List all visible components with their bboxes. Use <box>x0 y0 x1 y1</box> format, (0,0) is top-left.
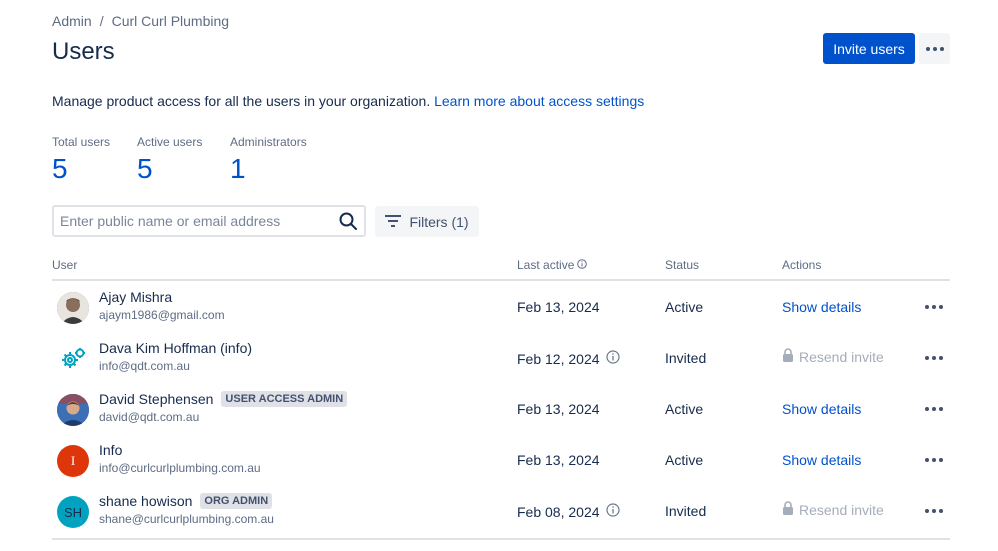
more-horizontal-icon <box>925 356 943 360</box>
user-email: info@qdt.com.au <box>99 359 190 373</box>
last-active-cell: Feb 12, 2024 <box>517 350 620 367</box>
page-more-actions-button[interactable] <box>919 33 950 64</box>
row-more-actions-button[interactable] <box>922 499 946 523</box>
user-name-text: David Stephensen <box>99 391 214 407</box>
last-active-date: Feb 13, 2024 <box>517 452 600 468</box>
search-input[interactable] <box>54 207 332 235</box>
last-active-date: Feb 12, 2024 <box>517 350 600 367</box>
table-row: Dava Kim Hoffman (info) info@qdt.com.au … <box>52 334 950 385</box>
stat-total-users: Total users 5 <box>52 135 110 185</box>
avatar-initials: I <box>70 453 76 468</box>
status-text: Active <box>665 401 704 417</box>
breadcrumb-admin-link[interactable]: Admin <box>52 13 92 29</box>
last-active-date: Feb 13, 2024 <box>517 401 600 417</box>
avatar[interactable] <box>57 343 89 375</box>
last-active-date: Feb 13, 2024 <box>517 299 600 315</box>
resend-invite-label: Resend invite <box>799 349 884 365</box>
invite-users-button[interactable]: Invite users <box>823 33 915 64</box>
filters-button[interactable]: Filters (1) <box>375 206 479 237</box>
filters-label: Filters (1) <box>409 213 469 230</box>
search-icon[interactable] <box>332 207 364 235</box>
users-table-header: User Last active Status Actions <box>52 258 950 281</box>
status-text: Active <box>665 299 704 315</box>
filter-icon <box>385 214 402 230</box>
column-header-status[interactable]: Status <box>665 258 699 272</box>
breadcrumb-separator: / <box>99 13 104 29</box>
column-header-user[interactable]: User <box>52 258 77 272</box>
last-active-date: Feb 08, 2024 <box>517 503 600 520</box>
breadcrumb: Admin / Curl Curl Plumbing <box>52 13 229 29</box>
user-name-text: Ajay Mishra <box>99 289 173 305</box>
avatar[interactable]: SH <box>57 496 89 528</box>
user-name[interactable]: Dava Kim Hoffman (info) <box>99 340 252 356</box>
access-settings-link[interactable]: Learn more about access settings <box>434 93 644 109</box>
stat-value: 1 <box>230 153 246 184</box>
more-horizontal-icon <box>925 305 943 309</box>
table-bottom-divider <box>52 538 950 540</box>
user-email: shane@curlcurlplumbing.com.au <box>99 512 274 526</box>
resend-invite-button: Resend invite <box>782 348 884 366</box>
table-row: David Stephensen USER ACCESS ADMIN david… <box>52 385 950 436</box>
status-text: Invited <box>665 350 707 366</box>
more-horizontal-icon <box>925 407 943 411</box>
column-header-label: Last active <box>517 258 575 272</box>
description-text: Manage product access for all the users … <box>52 93 431 109</box>
breadcrumb-org-link[interactable]: Curl Curl Plumbing <box>112 13 229 29</box>
role-badge: USER ACCESS ADMIN <box>221 391 348 407</box>
user-email: david@qdt.com.au <box>99 410 200 424</box>
table-row: SH shane howison ORG ADMIN shane@curlcur… <box>52 487 950 538</box>
avatar-initials: SH <box>63 504 83 520</box>
stat-active-users: Active users 5 <box>137 135 202 185</box>
table-row: I Info info@curlcurlplumbing.com.au Feb … <box>52 436 950 487</box>
user-name[interactable]: Info <box>99 442 122 458</box>
role-badge: ORG ADMIN <box>200 493 273 509</box>
status-text: Invited <box>665 503 707 519</box>
user-name-text: Info <box>99 442 123 458</box>
last-active-cell: Feb 08, 2024 <box>517 503 620 520</box>
show-details-link[interactable]: Show details <box>782 452 861 468</box>
more-horizontal-icon <box>925 46 944 51</box>
show-details-link[interactable]: Show details <box>782 299 861 315</box>
row-more-actions-button[interactable] <box>922 448 946 472</box>
table-row: Ajay Mishra ajaym1986@gmail.com Feb 13, … <box>52 283 950 334</box>
user-name[interactable]: David Stephensen USER ACCESS ADMIN <box>99 391 348 407</box>
row-more-actions-button[interactable] <box>922 295 946 319</box>
column-header-actions: Actions <box>782 258 822 272</box>
resend-invite-button: Resend invite <box>782 501 884 519</box>
stat-value: 5 <box>52 153 68 184</box>
gear-icon <box>62 348 85 368</box>
info-icon[interactable] <box>605 350 620 367</box>
stat-value: 5 <box>137 153 153 184</box>
page-description: Manage product access for all the users … <box>52 93 644 109</box>
resend-invite-label: Resend invite <box>799 502 884 518</box>
user-name[interactable]: Ajay Mishra <box>99 289 172 305</box>
more-horizontal-icon <box>925 509 943 513</box>
info-icon[interactable] <box>605 503 620 520</box>
lock-icon <box>782 501 794 519</box>
lock-icon <box>782 348 794 366</box>
user-email: info@curlcurlplumbing.com.au <box>99 461 261 475</box>
avatar[interactable] <box>57 394 89 426</box>
column-header-last-active[interactable]: Last active <box>517 258 588 272</box>
more-horizontal-icon <box>925 458 943 462</box>
user-name-text: shane howison <box>99 493 193 509</box>
row-more-actions-button[interactable] <box>922 397 946 421</box>
user-name[interactable]: shane howison ORG ADMIN <box>99 493 273 509</box>
stat-administrators: Administrators 1 <box>230 135 307 185</box>
user-name-text: Dava Kim Hoffman (info) <box>99 340 253 356</box>
page-title: Users <box>52 38 115 65</box>
stat-label: Administrators <box>230 135 307 149</box>
avatar[interactable]: I <box>57 445 89 477</box>
avatar[interactable] <box>57 292 89 324</box>
search-box <box>52 205 366 237</box>
status-text: Active <box>665 452 704 468</box>
stat-label: Total users <box>52 135 111 149</box>
info-icon[interactable] <box>577 258 588 272</box>
user-email: ajaym1986@gmail.com <box>99 308 225 322</box>
row-more-actions-button[interactable] <box>922 346 946 370</box>
show-details-link[interactable]: Show details <box>782 401 861 417</box>
stat-label: Active users <box>137 135 203 149</box>
